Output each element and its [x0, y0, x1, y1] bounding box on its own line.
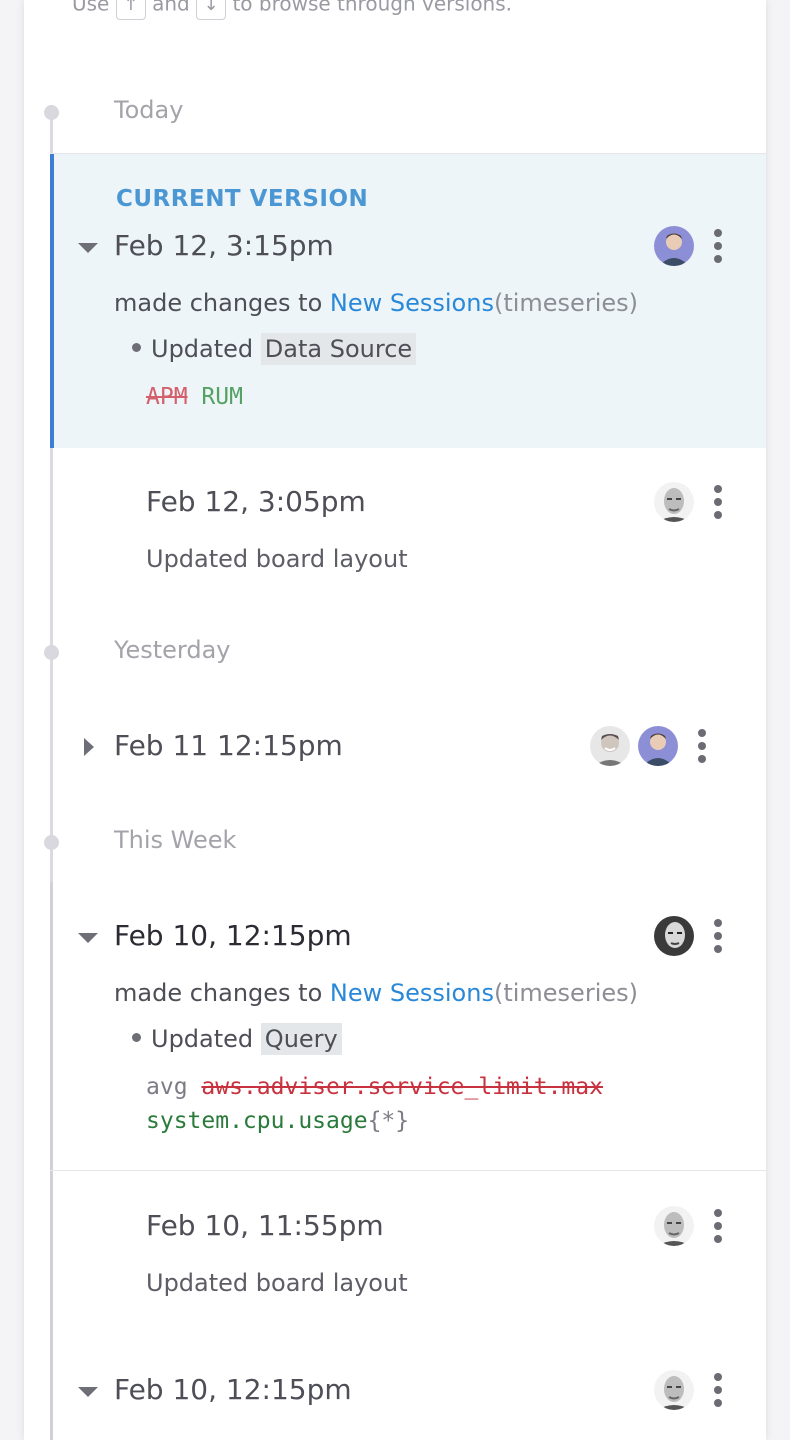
- user-avatar: [654, 482, 694, 522]
- added-value: system.cpu.usage: [146, 1108, 368, 1134]
- hint-text-and: and: [152, 0, 190, 16]
- diff-line: system.cpu.usage{*}: [146, 1108, 409, 1134]
- field-chip: Data Source: [260, 333, 417, 365]
- widget-type: (timeseries): [493, 289, 638, 317]
- widget-link[interactable]: New Sessions: [330, 289, 494, 317]
- version-history-panel: Use ↑ and ↓ to browse through versions. …: [24, 0, 766, 1440]
- user-avatar: [654, 226, 694, 266]
- kebab-menu-icon[interactable]: [714, 485, 722, 519]
- widget-link[interactable]: New Sessions: [330, 979, 494, 1007]
- timeline-dot-this-week: [44, 835, 59, 850]
- up-arrow-key-icon: ↑: [115, 0, 146, 20]
- user-avatar: [638, 726, 678, 766]
- kebab-menu-icon[interactable]: [698, 729, 706, 763]
- change-text: made changes to: [114, 979, 323, 1007]
- diff-line: APM RUM: [146, 384, 243, 410]
- version-date[interactable]: Feb 11 12:15pm: [114, 729, 343, 762]
- user-avatar: [654, 1370, 694, 1410]
- user-avatar: [654, 1206, 694, 1246]
- version-summary: Updated board layout: [146, 1269, 408, 1297]
- kebab-menu-icon[interactable]: [714, 919, 722, 953]
- down-arrow-key-icon: ↓: [196, 0, 227, 20]
- group-label-yesterday: Yesterday: [114, 636, 231, 664]
- version-date[interactable]: Feb 12, 3:05pm: [146, 485, 366, 518]
- hint-text-suffix: to browse through versions.: [232, 0, 513, 16]
- version-date[interactable]: Feb 10, 12:15pm: [114, 1373, 352, 1406]
- bullet-icon: [132, 342, 141, 352]
- version-date[interactable]: Feb 12, 3:15pm: [114, 229, 334, 262]
- current-version-tag: CURRENT VERSION: [116, 186, 369, 212]
- scope: {*}: [367, 1108, 410, 1134]
- updated-label: Updated: [151, 335, 254, 363]
- change-summary: made changes to New Sessions(timeseries): [114, 979, 638, 1007]
- kebab-menu-icon[interactable]: [714, 1373, 722, 1407]
- user-avatar: [590, 726, 630, 766]
- caret-down-icon[interactable]: [78, 1387, 98, 1397]
- change-text: made changes to: [114, 289, 323, 317]
- kebab-menu-icon[interactable]: [714, 1209, 722, 1243]
- change-summary: made changes to New Sessions(timeseries): [114, 289, 638, 317]
- added-value: RUM: [201, 384, 243, 410]
- removed-value: aws.adviser.service_limit.max: [201, 1074, 603, 1100]
- change-detail: Updated Data Source: [132, 333, 417, 365]
- field-chip: Query: [260, 1023, 342, 1055]
- version-date[interactable]: Feb 10, 12:15pm: [114, 919, 352, 952]
- timeline-dot-today: [44, 105, 59, 120]
- timeline-line-lower: [50, 882, 53, 1440]
- aggregation: avg: [146, 1074, 188, 1100]
- kebab-menu-icon[interactable]: [714, 229, 722, 263]
- change-detail: Updated Query: [132, 1023, 342, 1055]
- caret-right-icon[interactable]: [84, 738, 94, 756]
- user-avatar: [654, 916, 694, 956]
- updated-label: Updated: [151, 1025, 254, 1053]
- removed-value: APM: [146, 384, 188, 410]
- bullet-icon: [132, 1032, 141, 1042]
- version-date[interactable]: Feb 10, 11:55pm: [146, 1209, 384, 1242]
- caret-down-icon[interactable]: [78, 243, 98, 253]
- keyboard-hint: Use ↑ and ↓ to browse through versions.: [72, 0, 512, 20]
- divider: [50, 1170, 766, 1171]
- timeline-dot-yesterday: [44, 645, 59, 660]
- group-label-today: Today: [114, 96, 184, 124]
- version-summary: Updated board layout: [146, 545, 408, 573]
- widget-type: (timeseries): [493, 979, 638, 1007]
- hint-text-use: Use: [72, 0, 110, 16]
- diff-line: avg aws.adviser.service_limit.max: [146, 1074, 603, 1100]
- caret-down-icon[interactable]: [78, 933, 98, 943]
- group-label-this-week: This Week: [114, 826, 237, 854]
